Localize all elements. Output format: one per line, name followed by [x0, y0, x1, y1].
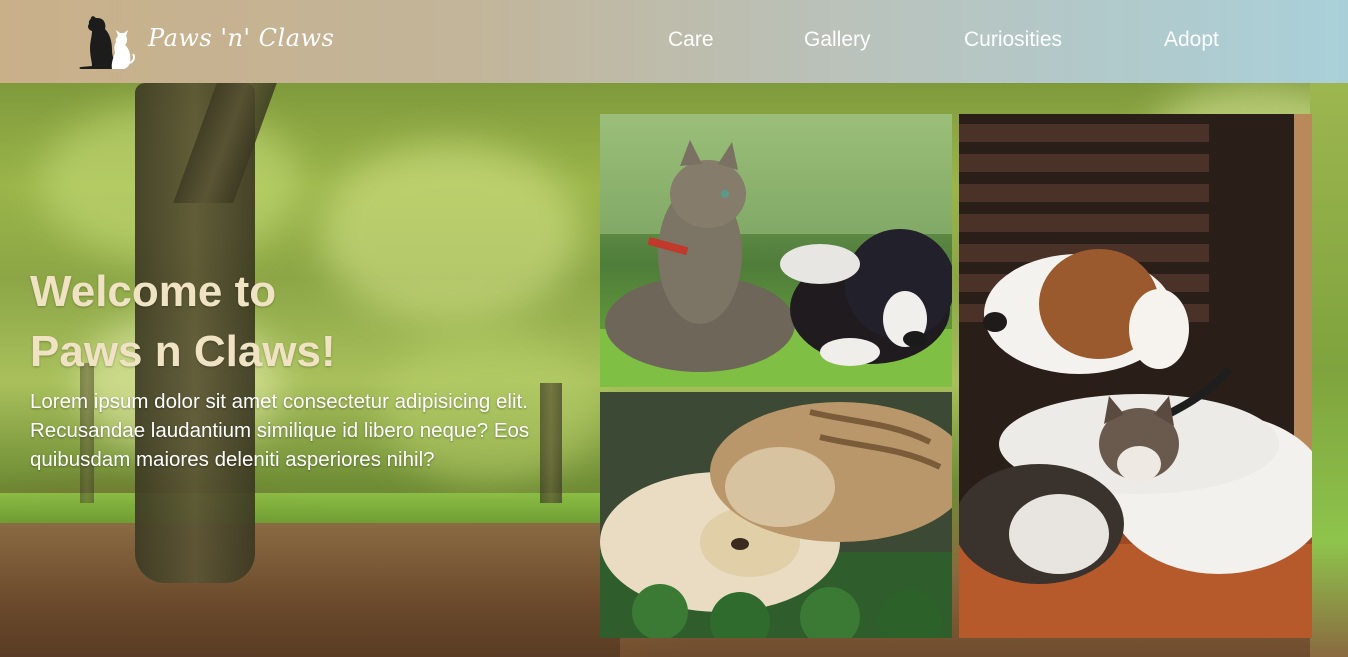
hero-title: Welcome to Paws n Claws!: [30, 262, 590, 382]
hero-title-line-1: Welcome to: [30, 267, 277, 316]
site-header: Paws 'n' Claws Care Gallery Curiosities …: [0, 0, 1348, 83]
cat-and-dog-cuddling-photo: [600, 392, 952, 638]
main-nav: Care Gallery Curiosities Adopt: [0, 28, 1348, 58]
nav-link-curiosities[interactable]: Curiosities: [964, 28, 1062, 52]
nav-link-adopt[interactable]: Adopt: [1164, 28, 1219, 52]
nav-link-gallery[interactable]: Gallery: [804, 28, 871, 52]
cat-and-puppy-on-grass-photo: [600, 114, 952, 387]
hero-title-line-2: Paws n Claws!: [30, 327, 336, 376]
nav-link-care[interactable]: Care: [668, 28, 714, 52]
hero-description: Lorem ipsum dolor sit amet consectetur a…: [30, 390, 530, 471]
dog-and-kitten-photo: [959, 114, 1312, 638]
